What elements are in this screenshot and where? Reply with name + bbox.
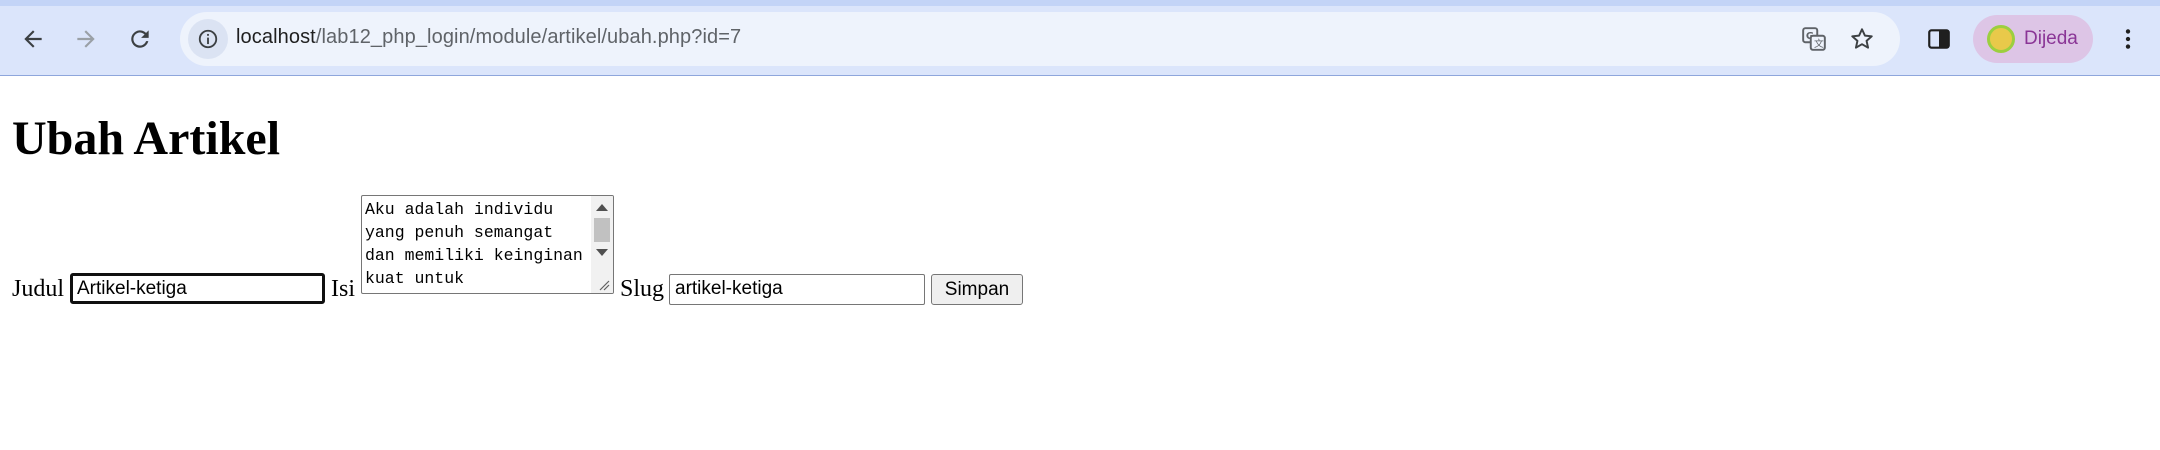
- forward-button[interactable]: [64, 17, 108, 61]
- simpan-button[interactable]: Simpan: [931, 274, 1023, 305]
- url-host: localhost: [236, 26, 316, 48]
- profile-button[interactable]: Dijeda: [1973, 15, 2093, 63]
- translate-button[interactable]: G 文: [1800, 25, 1828, 53]
- site-info-icon: [198, 29, 218, 49]
- site-info-button[interactable]: [188, 19, 228, 59]
- svg-text:文: 文: [1814, 37, 1824, 50]
- browser-toolbar: localhost/lab12_php_login/module/artikel…: [0, 0, 2160, 76]
- url-path: /lab12_php_login/module/artikel/ubah.php…: [315, 26, 742, 48]
- bookmark-button[interactable]: [1848, 25, 1876, 53]
- forward-icon: [77, 30, 95, 48]
- page-title: Ubah Artikel: [12, 112, 281, 165]
- slug-label: Slug: [620, 276, 665, 302]
- reload-icon: [131, 30, 149, 48]
- bookmark-star-icon: [1851, 28, 1873, 49]
- avatar: [1987, 25, 2015, 53]
- translate-icon: G 文: [1802, 27, 1826, 51]
- scroll-thumb[interactable]: [594, 218, 610, 242]
- isi-label: Isi: [331, 276, 355, 302]
- side-panel-icon: [1928, 29, 1950, 49]
- more-menu-icon: [2125, 29, 2131, 49]
- scroll-up-arrow-icon[interactable]: [596, 204, 608, 211]
- back-button[interactable]: [11, 17, 55, 61]
- url-text[interactable]: localhost/lab12_php_login/module/artikel…: [236, 26, 741, 49]
- profile-name: Dijeda: [2024, 28, 2078, 49]
- side-panel-button[interactable]: [1924, 24, 1954, 54]
- judul-input[interactable]: Artikel-ketiga: [70, 273, 325, 304]
- judul-label: Judul: [12, 276, 65, 302]
- scroll-down-arrow-icon[interactable]: [596, 249, 608, 256]
- more-menu-button[interactable]: [2113, 24, 2143, 54]
- tab-strip-edge: [0, 0, 2160, 6]
- page-content: Ubah Artikel Judul Artikel-ketiga Isi Ak…: [0, 77, 2160, 450]
- slug-input[interactable]: artikel-ketiga: [669, 274, 925, 305]
- isi-text: Aku adalah individu yang penuh semangat …: [365, 200, 583, 288]
- back-icon: [24, 30, 42, 48]
- address-bar[interactable]: localhost/lab12_php_login/module/artikel…: [180, 12, 1900, 66]
- resize-handle-icon[interactable]: [598, 279, 610, 291]
- isi-textarea[interactable]: Aku adalah individu yang penuh semangat …: [361, 195, 614, 294]
- reload-button[interactable]: [118, 17, 162, 61]
